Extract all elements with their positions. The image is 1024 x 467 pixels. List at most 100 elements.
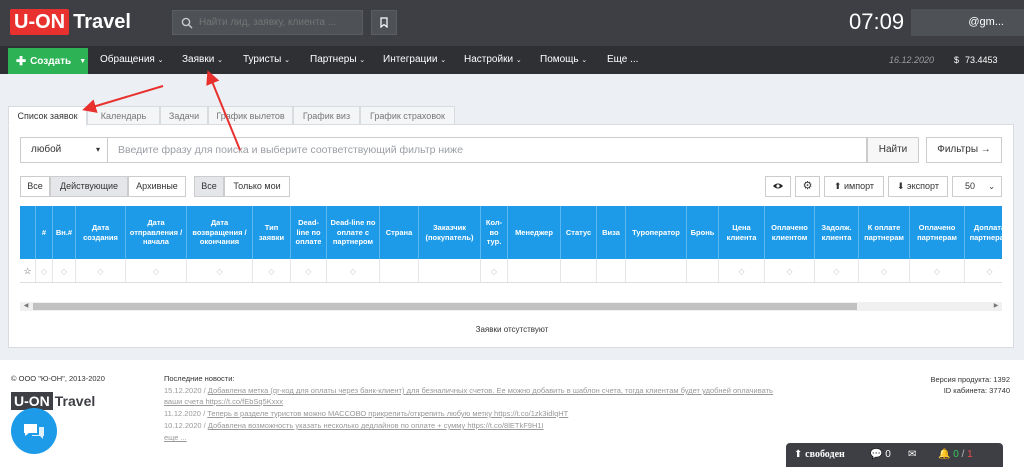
nav-item-appeals[interactable]: Обращения ⌄ <box>100 46 164 74</box>
tab-visas[interactable]: График виз <box>293 106 360 125</box>
sort-icon[interactable]: ◇ <box>327 259 380 282</box>
import-button[interactable]: ⬆ импорт <box>824 176 884 197</box>
col-deadline-partner[interactable]: Dead-line по оплате с партнером <box>327 206 380 259</box>
visibility-button[interactable] <box>765 176 791 197</box>
sort-icon[interactable]: ◇ <box>187 259 253 282</box>
logo[interactable]: U-ON Travel <box>10 9 131 35</box>
sort-icon[interactable]: ◇ <box>910 259 965 282</box>
status-active-button[interactable]: Действующие <box>50 176 128 197</box>
nav-item-orders[interactable]: Заявки ⌄ <box>182 46 223 74</box>
nav-item-label: Партнеры <box>310 54 357 65</box>
global-search[interactable] <box>172 10 363 35</box>
sort-icon[interactable]: ◇ <box>965 259 1002 282</box>
chat-widget-button[interactable] <box>11 408 57 454</box>
sort-icon[interactable]: ◇ <box>126 259 187 282</box>
col-partner-paid[interactable]: Оплачено партнерам <box>910 206 965 259</box>
nav-item-settings[interactable]: Настройки ⌄ <box>464 46 522 74</box>
filters-button[interactable]: Фильтры → <box>926 137 1002 163</box>
settings-button[interactable]: ⚙ <box>795 176 820 197</box>
sort-icon[interactable]: ◇ <box>765 259 815 282</box>
col-end-date[interactable]: Дата возвращения / окончания <box>187 206 253 259</box>
col-client-paid[interactable]: Оплачено клиентом <box>765 206 815 259</box>
scrollbar-thumb[interactable] <box>33 303 857 310</box>
export-label: экспорт <box>907 181 939 191</box>
status-archived-button[interactable]: Архивные <box>128 176 186 197</box>
notifications[interactable]: 🔔 0 / 1 <box>938 443 973 467</box>
news-more-link[interactable]: еще ... <box>164 433 187 442</box>
news-link[interactable]: Добавлена возможность указать несколько … <box>208 421 544 430</box>
tab-tasks[interactable]: Задачи <box>160 106 208 125</box>
tab-orders-list[interactable]: Список заявок <box>8 106 87 126</box>
nav-item-integrations[interactable]: Интеграции ⌄ <box>383 46 446 74</box>
sort-icon[interactable]: ◇ <box>53 259 76 282</box>
find-button[interactable]: Найти <box>867 137 919 163</box>
sort-icon[interactable]: ◇ <box>76 259 126 282</box>
filter-cell[interactable] <box>561 259 597 282</box>
sort-icon[interactable]: ◇ <box>815 259 859 282</box>
col-client-price[interactable]: Цена клиента <box>719 206 765 259</box>
balance[interactable]: $73.4453 <box>954 46 998 74</box>
sort-icon[interactable]: ◇ <box>719 259 765 282</box>
filter-field-select[interactable]: любой ▾ <box>20 137 108 163</box>
filter-cell[interactable] <box>508 259 561 282</box>
filter-cell[interactable] <box>687 259 719 282</box>
col-client-debt[interactable]: Задолж. клиента <box>815 206 859 259</box>
chevron-down-icon: ▾ <box>95 145 100 154</box>
col-tourists-count[interactable]: Кол-во тур. <box>481 206 508 259</box>
col-country[interactable]: Страна <box>380 206 419 259</box>
filter-cell[interactable] <box>597 259 626 282</box>
filter-select-value: любой <box>31 144 62 155</box>
sort-icon[interactable]: ◇ <box>291 259 327 282</box>
chats-counter[interactable]: 💬 0 <box>870 443 891 467</box>
col-visa[interactable]: Виза <box>597 206 626 259</box>
filter-cell[interactable] <box>419 259 481 282</box>
sort-icon[interactable]: ◇ <box>253 259 291 282</box>
nav-item-label: Заявки <box>182 54 215 65</box>
col-number[interactable]: # <box>36 206 53 259</box>
news-link[interactable]: ваши счета https://t.co/fEbSq5Kxxx <box>164 397 283 406</box>
col-status[interactable]: Статус <box>561 206 597 259</box>
nav-item-tourists[interactable]: Туристы ⌄ <box>243 46 290 74</box>
col-customer[interactable]: Заказчик (покупатель) <box>419 206 481 259</box>
operator-status[interactable]: ⬆ свободен <box>794 443 845 467</box>
col-deadline-payment[interactable]: Dead-line по оплате <box>291 206 327 259</box>
filter-cell[interactable] <box>380 259 419 282</box>
user-menu[interactable]: @gm... <box>911 9 1024 36</box>
col-partner-due[interactable]: К оплате партнерам <box>859 206 910 259</box>
scroll-left-icon[interactable]: ◀ <box>21 302 31 311</box>
status-all-button[interactable]: Все <box>20 176 50 197</box>
owner-all-button[interactable]: Все <box>194 176 224 197</box>
col-internal-number[interactable]: Вн.# <box>53 206 76 259</box>
tab-calendar[interactable]: Календарь <box>87 106 160 125</box>
nav-item-partners[interactable]: Партнеры ⌄ <box>310 46 365 74</box>
nav-item-help[interactable]: Помощь ⌄ <box>540 46 587 74</box>
news-link[interactable]: Теперь в разделе туристов можно МАССОВО … <box>207 409 568 418</box>
filter-search-input[interactable]: Введите фразу для поиска и выберите соот… <box>108 137 867 163</box>
col-checkbox[interactable] <box>20 206 36 259</box>
owner-mine-button[interactable]: Только мои <box>224 176 290 197</box>
per-page-select[interactable]: 50 ⌄ <box>952 176 1002 197</box>
sort-icon[interactable]: ◇ <box>36 259 53 282</box>
nav-item-more[interactable]: Еще ... <box>607 46 638 74</box>
scroll-right-icon[interactable]: ▶ <box>991 302 1001 311</box>
news-link[interactable]: Добавлена метка (qr-код для оплаты через… <box>208 386 773 395</box>
col-partner-surcharge[interactable]: Доплата партнерам <box>965 206 1002 259</box>
col-created-date[interactable]: Дата создания <box>76 206 126 259</box>
star-icon[interactable]: ☆ <box>20 259 36 282</box>
sort-icon[interactable]: ◇ <box>859 259 910 282</box>
sort-icon[interactable]: ◇ <box>481 259 508 282</box>
col-order-type[interactable]: Тип заявки <box>253 206 291 259</box>
col-start-date[interactable]: Дата отправления / начала <box>126 206 187 259</box>
filter-cell[interactable] <box>626 259 687 282</box>
nav-item-label: Помощь <box>540 54 579 65</box>
create-button[interactable]: ✚ Создать ▼ <box>8 48 88 74</box>
search-input[interactable] <box>199 17 359 28</box>
col-touroperator[interactable]: Туроператор <box>626 206 687 259</box>
col-booking[interactable]: Бронь <box>687 206 719 259</box>
mail-icon[interactable]: ✉ <box>908 443 916 467</box>
tab-insurance[interactable]: График страховок <box>360 106 455 125</box>
col-manager[interactable]: Менеджер <box>508 206 561 259</box>
export-button[interactable]: ⬇ экспорт <box>888 176 948 197</box>
tab-flights[interactable]: График вылетов <box>208 106 293 125</box>
bookmark-button[interactable] <box>371 10 397 35</box>
